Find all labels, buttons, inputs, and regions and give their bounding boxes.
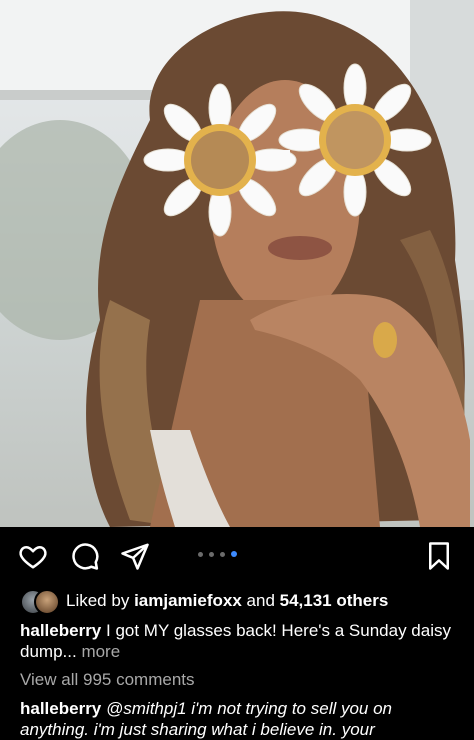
likes-count[interactable]: 54,131 others [280,591,389,611]
likes-row[interactable]: Liked by iamjamiefoxx and 54,131 others [20,588,460,615]
carousel-indicator [198,551,237,557]
view-all-comments-link[interactable]: View all 995 comments [20,670,195,690]
carousel-dot [220,551,225,557]
caption: halleberry I got MY glasses back! Here's… [20,620,460,662]
top-comment: halleberry @smithpj1 i'm not trying to s… [20,698,460,740]
post-image[interactable] [0,0,474,527]
caption-username[interactable]: halleberry [20,621,101,640]
liker-username[interactable]: iamjamiefoxx [134,591,242,611]
send-icon[interactable] [120,541,150,571]
likes-conj: and [246,591,275,610]
heart-icon[interactable] [18,541,48,571]
bookmark-icon[interactable] [424,541,454,571]
avatar [34,589,60,615]
comment-username[interactable]: halleberry [20,699,101,718]
carousel-dot-active [231,551,237,557]
comment-icon[interactable] [70,541,100,571]
action-bar [0,527,474,585]
carousel-dot [198,551,203,557]
more-link[interactable]: more [81,642,120,661]
carousel-dot [209,551,214,557]
liker-avatars [20,589,60,615]
likes-prefix: Liked by [66,591,130,610]
photo-illustration [0,0,474,527]
